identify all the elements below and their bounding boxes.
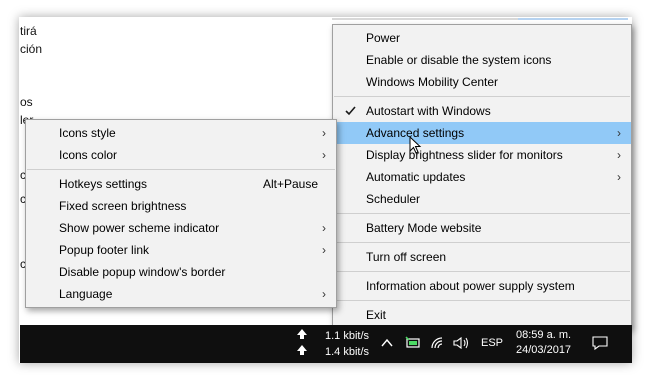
upload-speed: 1.1 kbit/s bbox=[325, 330, 370, 342]
menu-item-label: Show power scheme indicator bbox=[59, 221, 220, 235]
submenu-item-fixed-brightness[interactable]: Fixed screen brightness bbox=[26, 195, 336, 217]
menu-item-label: Turn off screen bbox=[366, 250, 447, 264]
menu-item-label: Language bbox=[59, 287, 113, 301]
main-context-menu: Power Enable or disable the system icons… bbox=[332, 24, 632, 329]
submenu-item-hotkeys[interactable]: Hotkeys settings Alt+Pause bbox=[26, 173, 336, 195]
menu-item-label: Scheduler bbox=[366, 192, 421, 206]
menu-item-label: Icons color bbox=[59, 148, 118, 162]
menu-separator bbox=[334, 213, 630, 214]
speaker-icon[interactable] bbox=[452, 336, 470, 353]
chevron-right-icon: › bbox=[617, 126, 621, 140]
menu-item-advanced-settings[interactable]: Advanced settings › bbox=[333, 122, 631, 144]
bg-text-fragment: ción bbox=[20, 42, 43, 56]
menu-item-system-icons[interactable]: Enable or disable the system icons bbox=[333, 49, 631, 71]
chevron-right-icon: › bbox=[322, 148, 326, 162]
chevron-right-icon: › bbox=[322, 287, 326, 301]
system-clock[interactable]: 08:59 a. m. 24/03/2017 bbox=[516, 328, 571, 358]
submenu-item-icons-color[interactable]: Icons color › bbox=[26, 144, 336, 166]
taskbar: 1.1 kbit/s 1.4 kbit/s ESP 08:59 a. m. 24… bbox=[20, 325, 632, 363]
menu-item-label: Exit bbox=[366, 308, 387, 322]
download-speed: 1.4 kbit/s bbox=[325, 346, 370, 358]
menu-item-power-info[interactable]: Information about power supply system bbox=[333, 275, 631, 297]
menu-item-label: Enable or disable the system icons bbox=[366, 53, 552, 67]
menu-item-mobility-center[interactable]: Windows Mobility Center bbox=[333, 71, 631, 93]
mouse-cursor-icon bbox=[409, 136, 422, 154]
chevron-up-icon[interactable] bbox=[381, 336, 393, 351]
clock-time: 08:59 a. m. bbox=[516, 329, 572, 341]
chevron-right-icon: › bbox=[617, 170, 621, 184]
bg-text-fragment: os bbox=[20, 95, 33, 109]
menu-item-label: Fixed screen brightness bbox=[59, 199, 187, 213]
menu-item-label: Display brightness slider for monitors bbox=[366, 148, 563, 162]
menu-separator bbox=[334, 300, 630, 301]
wifi-icon[interactable] bbox=[430, 336, 446, 353]
chevron-right-icon: › bbox=[617, 148, 621, 162]
menu-item-label: Battery Mode website bbox=[366, 221, 482, 235]
chevron-right-icon: › bbox=[322, 243, 326, 257]
menu-item-label: Autostart with Windows bbox=[366, 104, 491, 118]
submenu-item-power-scheme-indicator[interactable]: Show power scheme indicator › bbox=[26, 217, 336, 239]
advanced-settings-submenu: Icons style › Icons color › Hotkeys sett… bbox=[25, 119, 337, 308]
language-indicator[interactable]: ESP bbox=[481, 337, 503, 349]
submenu-item-icons-style[interactable]: Icons style › bbox=[26, 122, 336, 144]
menu-separator bbox=[334, 96, 630, 97]
menu-item-label: Windows Mobility Center bbox=[366, 75, 499, 89]
chevron-right-icon: › bbox=[322, 126, 326, 140]
menu-item-power[interactable]: Power bbox=[333, 27, 631, 49]
upload-arrow-icon bbox=[296, 328, 308, 343]
background-strip-blue bbox=[518, 18, 628, 20]
menu-item-brightness-slider[interactable]: Display brightness slider for monitors › bbox=[333, 144, 631, 166]
menu-separator bbox=[334, 242, 630, 243]
submenu-item-disable-border[interactable]: Disable popup window's border bbox=[26, 261, 336, 283]
menu-item-turn-off-screen[interactable]: Turn off screen bbox=[333, 246, 631, 268]
submenu-item-language[interactable]: Language › bbox=[26, 283, 336, 305]
menu-item-label: Information about power supply system bbox=[366, 279, 575, 293]
submenu-item-popup-footer-link[interactable]: Popup footer link › bbox=[26, 239, 336, 261]
menu-item-website[interactable]: Battery Mode website bbox=[333, 217, 631, 239]
menu-item-label: Hotkeys settings bbox=[59, 177, 148, 191]
notification-center-icon[interactable] bbox=[591, 335, 609, 354]
checkmark-icon bbox=[343, 100, 357, 123]
menu-item-autostart[interactable]: Autostart with Windows bbox=[333, 100, 631, 122]
menu-item-label: Popup footer link bbox=[59, 243, 150, 257]
clock-date: 24/03/2017 bbox=[516, 344, 572, 356]
menu-item-label: Icons style bbox=[59, 126, 116, 140]
bg-text-fragment: tirá bbox=[20, 24, 37, 38]
shortcut-label: Alt+Pause bbox=[262, 177, 318, 191]
menu-item-exit[interactable]: Exit bbox=[333, 304, 631, 326]
battery-icon[interactable] bbox=[404, 336, 422, 353]
menu-item-label: Power bbox=[366, 31, 401, 45]
menu-item-automatic-updates[interactable]: Automatic updates › bbox=[333, 166, 631, 188]
chevron-right-icon: › bbox=[322, 221, 326, 235]
menu-item-label: Disable popup window's border bbox=[59, 265, 226, 279]
menu-item-label: Automatic updates bbox=[366, 170, 466, 184]
menu-separator bbox=[27, 169, 335, 170]
menu-item-scheduler[interactable]: Scheduler bbox=[333, 188, 631, 210]
background-strip bbox=[332, 18, 518, 20]
download-arrow-icon bbox=[296, 344, 308, 359]
menu-separator bbox=[334, 271, 630, 272]
